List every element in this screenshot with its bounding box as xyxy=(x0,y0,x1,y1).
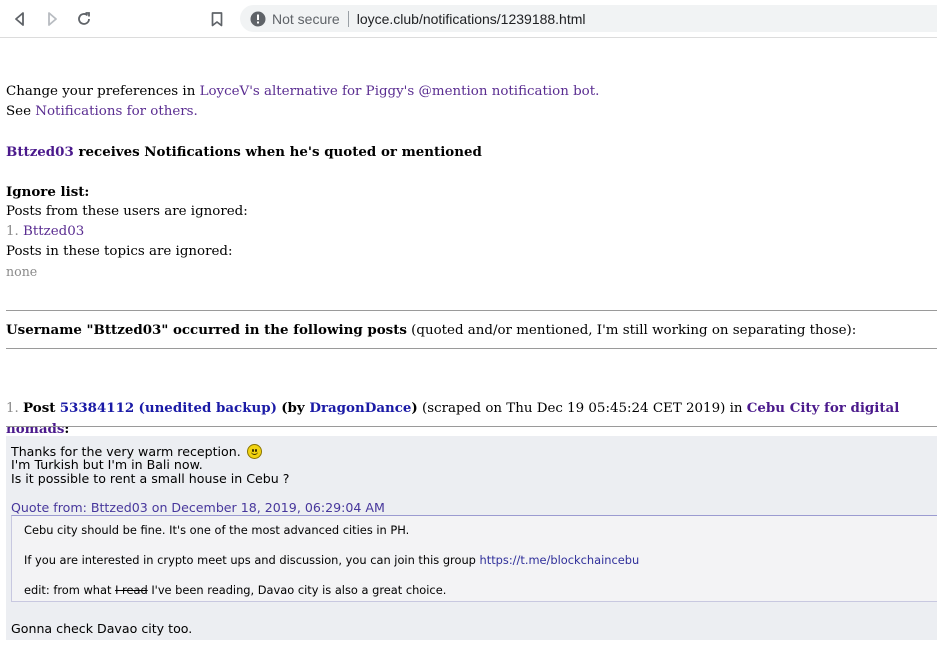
forward-arrow-icon xyxy=(48,12,57,26)
quote-line-1: Cebu city should be fine. It's one of th… xyxy=(24,523,410,537)
forward-button[interactable] xyxy=(42,9,62,29)
see-line: See Notifications for others. xyxy=(6,102,198,122)
back-arrow-icon xyxy=(15,12,24,26)
preferences-text: Change your preferences in xyxy=(6,84,200,99)
reload-button[interactable] xyxy=(74,9,94,29)
quote-line-3-rest: I've been reading, Davao city is also a … xyxy=(147,583,447,597)
quote-block: Cebu city should be fine. It's one of th… xyxy=(11,515,937,602)
post-id-link[interactable]: 53384112 xyxy=(60,400,135,416)
divider-post xyxy=(6,426,937,427)
occurrence-line: Username "Bttzed03" occurred in the foll… xyxy=(6,320,856,341)
by-text: (by xyxy=(281,400,310,416)
bookmark-button[interactable] xyxy=(207,9,227,29)
heading-text: receives Notifications when he's quoted … xyxy=(73,144,482,160)
url-text[interactable]: loyce.club/notifications/1239188.html xyxy=(357,11,586,27)
ignored-user-item: 1. Bttzed03 xyxy=(6,222,84,242)
ignored-users-label: Posts from these users are ignored: xyxy=(6,204,248,219)
quote-line-3: edit: from what I read I've been reading… xyxy=(24,583,937,597)
divider-top xyxy=(6,310,937,311)
post-line-3: Is it possible to rent a small house in … xyxy=(11,471,290,486)
info-icon[interactable] xyxy=(250,11,266,27)
post-label: Post xyxy=(23,400,56,416)
unedited-backup-link[interactable]: (unedited backup) xyxy=(139,400,277,416)
occurrence-note: (quoted and/or mentioned, I'm still work… xyxy=(406,323,857,338)
quote-line-3-text: edit: from what xyxy=(24,583,116,597)
quote-line-2: If you are interested in crypto meet ups… xyxy=(24,553,937,567)
security-label: Not secure xyxy=(272,10,340,27)
list-number: 1. xyxy=(6,224,19,239)
ignored-topics-label: Posts in these topics are ignored: xyxy=(6,244,233,259)
scraped-info: (scraped on Thu Dec 19 05:45:24 CET 2019… xyxy=(417,401,747,416)
ignored-topics-value: none xyxy=(6,264,38,279)
browser-toolbar: Not secure loyce.club/notifications/1239… xyxy=(0,0,937,38)
preferences-line: Change your preferences in LoyceV's alte… xyxy=(6,82,599,102)
strikethrough-text: I read xyxy=(115,583,148,597)
bookmark-icon xyxy=(211,11,223,26)
author-link[interactable]: DragonDance xyxy=(309,400,411,416)
reload-icon xyxy=(78,12,90,25)
back-button[interactable] xyxy=(10,9,30,29)
ignored-user-link[interactable]: Bttzed03 xyxy=(23,224,84,239)
preferences-link[interactable]: LoyceV's alternative for Piggy's @mentio… xyxy=(200,84,600,99)
see-text: See xyxy=(6,104,36,119)
post-body: Thanks for the very warm reception. I'm … xyxy=(6,436,937,640)
colon: : xyxy=(64,421,70,437)
smiley-icon xyxy=(246,444,262,459)
notifications-others-link[interactable]: Notifications for others. xyxy=(35,104,198,119)
occurrence-bold: Username "Bttzed03" occurred in the foll… xyxy=(6,322,407,338)
post-number: 1. xyxy=(6,401,19,416)
address-bar[interactable]: Not secure loyce.club/notifications/1239… xyxy=(240,5,937,32)
user-link[interactable]: Bttzed03 xyxy=(6,144,74,160)
divider-bottom xyxy=(6,348,937,349)
page-heading: Bttzed03 receives Notifications when he'… xyxy=(6,142,482,163)
post-header: 1. Post 53384112 (unedited backup) (by D… xyxy=(6,398,937,440)
quote-header-link[interactable]: Quote from: Bttzed03 on December 18, 201… xyxy=(11,501,385,515)
post-line-2: I'm Turkish but I'm in Bali now. xyxy=(11,457,203,472)
post-closing-line: Gonna check Davao city too. xyxy=(11,621,193,636)
address-divider xyxy=(347,10,349,27)
telegram-link[interactable]: https://t.me/blockchaincebu xyxy=(480,553,640,567)
quote-line-2-text: If you are interested in crypto meet ups… xyxy=(24,553,480,567)
ignore-title: Ignore list: xyxy=(6,184,90,200)
